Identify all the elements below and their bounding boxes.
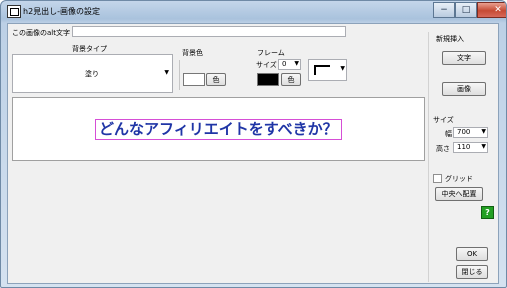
preview-canvas[interactable]: どんなアフィリエイトをすべきか？ — [12, 97, 425, 161]
dialog-window: h2見出し-画像の設定 − □ ✕ この画像のalt文字 背景タイプ 塗り ▼ … — [0, 0, 507, 288]
background-type-select[interactable]: 塗り ▼ — [12, 54, 173, 93]
alt-text-input[interactable] — [72, 26, 346, 37]
divider — [179, 60, 180, 90]
dialog-client-area: この画像のalt文字 背景タイプ 塗り ▼ 背景色 色 フレーム サイズ 0 ▼… — [7, 23, 499, 284]
frame-style-icon — [314, 65, 330, 75]
close-button[interactable]: 閉じる — [456, 265, 488, 279]
title-bar[interactable]: h2見出し-画像の設定 − □ ✕ — [1, 1, 506, 23]
window-title: h2見出し-画像の設定 — [23, 7, 101, 16]
background-color-swatch — [183, 73, 205, 86]
minimize-button[interactable]: − — [433, 2, 455, 18]
insert-image-button[interactable]: 画像 — [442, 82, 486, 96]
alt-text-label: この画像のalt文字 — [12, 29, 70, 37]
preview-heading-text[interactable]: どんなアフィリエイトをすべきか？ — [95, 119, 342, 140]
insert-label: 新規挿入 — [436, 35, 464, 43]
size-label: サイズ — [433, 116, 454, 124]
background-color-button[interactable]: 色 — [206, 73, 226, 86]
frame-size-label: サイズ — [256, 61, 277, 69]
help-icon[interactable]: ? — [481, 206, 494, 219]
frame-color-button[interactable]: 色 — [281, 73, 301, 86]
grid-label: グリッド — [445, 175, 473, 183]
chevron-down-icon: ▼ — [340, 65, 345, 72]
height-value: 110 — [457, 143, 471, 151]
width-value: 700 — [457, 128, 471, 136]
grid-checkbox[interactable] — [433, 174, 442, 183]
width-label: 幅 — [445, 130, 452, 138]
width-select[interactable]: 700 ▼ — [453, 127, 488, 138]
frame-color-swatch — [257, 73, 279, 86]
background-type-value: 塗り — [85, 70, 99, 78]
ok-button[interactable]: OK — [456, 247, 488, 261]
chevron-down-icon: ▼ — [164, 69, 169, 76]
chevron-down-icon: ▼ — [481, 143, 486, 150]
close-window-button[interactable]: ✕ — [477, 2, 506, 18]
frame-label: フレーム — [257, 49, 285, 57]
center-align-button[interactable]: 中央へ配置 — [435, 187, 483, 201]
app-icon — [7, 5, 21, 18]
height-select[interactable]: 110 ▼ — [453, 142, 488, 153]
frame-size-value: 0 — [282, 60, 287, 68]
insert-text-button[interactable]: 文字 — [442, 51, 486, 65]
background-type-label: 背景タイプ — [72, 45, 107, 53]
right-panel-divider — [428, 32, 429, 282]
chevron-down-icon: ▼ — [294, 60, 299, 67]
maximize-button[interactable]: □ — [455, 2, 477, 18]
height-label: 高さ — [436, 145, 450, 153]
frame-size-select[interactable]: 0 ▼ — [278, 59, 301, 70]
chevron-down-icon: ▼ — [481, 128, 486, 135]
background-color-label: 背景色 — [182, 49, 203, 57]
caption-buttons: − □ ✕ — [433, 2, 506, 18]
frame-style-select[interactable]: ▼ — [308, 59, 347, 81]
